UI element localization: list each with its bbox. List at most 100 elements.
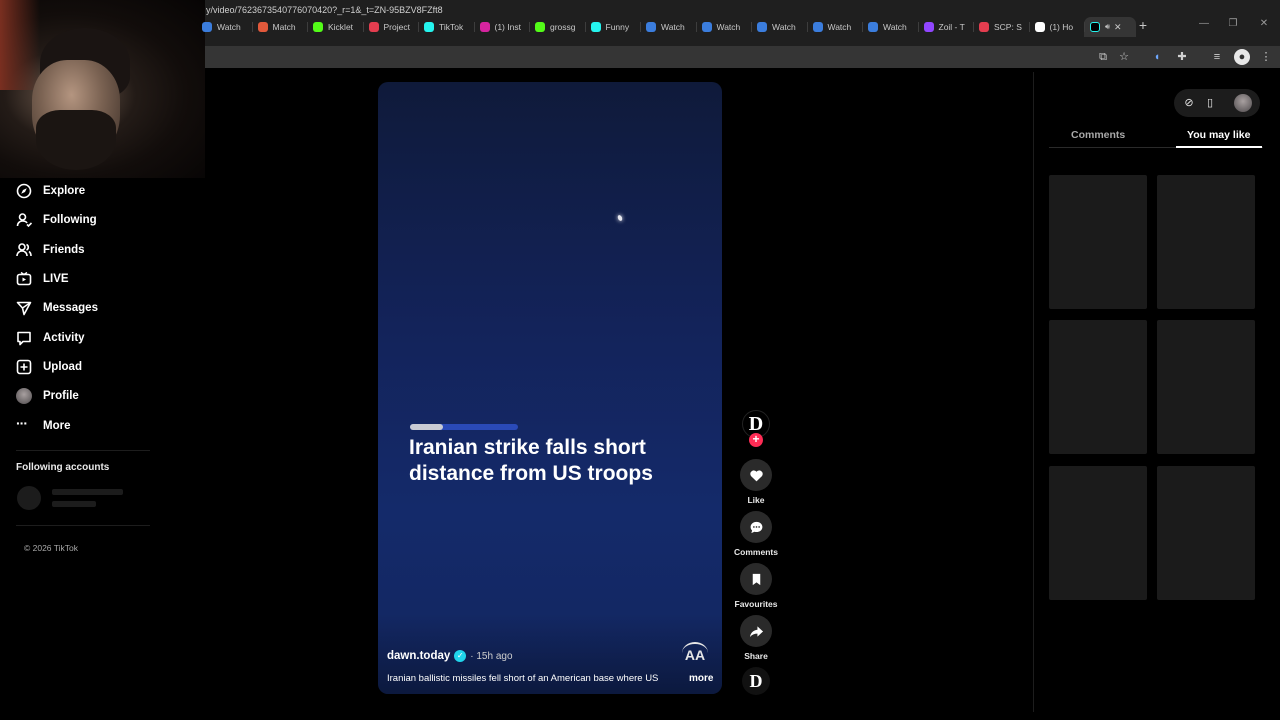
browser-tab[interactable]: Watch	[695, 17, 752, 37]
browser-tab[interactable]: grossg	[529, 17, 585, 37]
video-thumbnail-skeleton[interactable]	[1157, 175, 1255, 309]
dots-icon: ···	[16, 415, 28, 431]
video-thumbnail-skeleton[interactable]	[1049, 466, 1147, 600]
nav-messages[interactable]: Messages	[16, 298, 98, 318]
nav-friends-label: Friends	[43, 244, 85, 256]
favourites-label: Favourites	[734, 599, 778, 609]
nav-following[interactable]: Following	[16, 210, 97, 230]
tiktok-favicon-icon	[1090, 22, 1100, 32]
comments-button[interactable]	[740, 511, 772, 543]
nav-upload[interactable]: Upload	[16, 357, 82, 377]
media-control-icon[interactable]: ≡	[1210, 50, 1224, 64]
following-accounts-title: Following accounts	[16, 462, 110, 473]
tab-favicon-icon	[646, 22, 656, 32]
tab-title: Watch	[716, 22, 741, 32]
tab-title: Watch	[217, 22, 241, 32]
nav-live[interactable]: LIVE	[16, 269, 69, 289]
tab-title: (1) Inst	[494, 22, 521, 32]
aa-logo: AA	[682, 642, 708, 664]
nav-profile[interactable]: Profile	[16, 386, 79, 406]
nav-explore-label: Explore	[43, 185, 86, 197]
video-thumbnail-skeleton[interactable]	[1157, 466, 1255, 600]
tab-favicon-icon	[590, 22, 601, 32]
panel-divider	[1033, 72, 1034, 712]
caption-more-button[interactable]: more	[689, 673, 713, 684]
profile-icon[interactable]: ●	[1234, 49, 1250, 65]
browser-tab[interactable]: Zoil - T	[917, 17, 974, 37]
nav-messages-label: Messages	[43, 302, 98, 314]
browser-tab[interactable]: Funny	[584, 17, 641, 37]
browser-tab-active[interactable]: 🔊︎ ✕	[1084, 17, 1136, 37]
browser-tab[interactable]: Watch	[806, 17, 863, 37]
video-thumbnail-skeleton[interactable]	[1049, 175, 1147, 309]
phone-icon[interactable]: ▯	[1203, 96, 1217, 110]
tab-audio-icon[interactable]: 🔊︎	[1105, 22, 1110, 32]
nav-profile-label: Profile	[43, 390, 79, 402]
new-tab-button[interactable]: +	[1136, 18, 1150, 32]
compass-icon	[16, 183, 32, 199]
sound-disc[interactable]: D	[742, 667, 770, 695]
tab-you-may-like[interactable]: You may like	[1187, 129, 1250, 141]
author-name[interactable]: dawn.today	[387, 650, 450, 662]
maximize-button[interactable]: ❐	[1227, 18, 1239, 29]
extension-icon[interactable]: ◖	[1150, 50, 1164, 64]
tab-title: Watch	[661, 22, 685, 32]
favourites-button[interactable]	[740, 563, 772, 595]
browser-tab[interactable]: Watch	[751, 17, 807, 37]
tab-title: Kicklet	[328, 22, 354, 32]
skeleton-line	[52, 501, 96, 507]
like-button[interactable]	[740, 459, 772, 491]
tab-favicon-icon	[202, 22, 212, 32]
close-window-button[interactable]: ✕	[1258, 18, 1270, 29]
video-thumbnail-skeleton[interactable]	[1157, 320, 1255, 454]
video-caption: Iranian ballistic missiles fell short of…	[387, 673, 659, 684]
copyright: © 2026 TikTok	[24, 543, 78, 553]
nav-friends[interactable]: Friends	[16, 240, 85, 260]
tab-favicon-icon	[535, 22, 545, 32]
skeleton-line	[52, 489, 123, 495]
browser-tab[interactable]: Kicklet	[307, 17, 363, 37]
browser-tab[interactable]: SCP: S	[973, 17, 1029, 37]
heart-icon	[749, 469, 763, 481]
browser-tab[interactable]: Match	[251, 17, 308, 37]
sidebar: Explore Following Friends LIVE Messages …	[0, 178, 205, 720]
browser-tab[interactable]: Project	[362, 17, 419, 37]
puzzle-extensions-icon[interactable]: ✚	[1175, 50, 1189, 64]
minimize-button[interactable]: —	[1198, 18, 1210, 29]
aa-logo-text: AA	[684, 647, 706, 663]
video-headline: Iranian strike falls short distance from…	[409, 436, 653, 485]
video-thumbnail-skeleton[interactable]	[1049, 320, 1147, 454]
browser-tab[interactable]: Watch	[196, 17, 252, 37]
tab-close-icon[interactable]: ✕	[1114, 22, 1122, 33]
nav-activity[interactable]: Activity	[16, 328, 85, 348]
tab-title: Project	[383, 22, 410, 32]
video-author[interactable]: dawn.today ✓ · 15h ago	[387, 650, 513, 662]
url-field[interactable]: y/video/7623673540776070420?_r=1&_t=ZN-9…	[206, 5, 443, 15]
nav-upload-label: Upload	[43, 361, 82, 373]
comment-bubble-icon	[750, 521, 762, 533]
nav-explore[interactable]: Explore	[16, 181, 85, 201]
compass-icon[interactable]: ⊘	[1182, 96, 1196, 110]
avatar[interactable]	[1234, 94, 1252, 112]
active-tab-underline	[1176, 146, 1262, 148]
skeleton-avatar	[17, 486, 41, 510]
kebab-menu-icon[interactable]: ⋮	[1259, 50, 1273, 64]
browser-tab[interactable]: Watch	[862, 17, 918, 37]
bookmark-star-icon[interactable]: ☆	[1117, 50, 1131, 64]
tab-favicon-icon	[368, 22, 379, 32]
tab-title: Match	[272, 22, 296, 32]
browser-tab[interactable]: TikTok	[418, 17, 474, 37]
tab-comments[interactable]: Comments	[1071, 129, 1125, 141]
post-time: · 15h ago	[470, 650, 513, 662]
browser-tab[interactable]: (1) Inst	[473, 17, 530, 37]
browser-tab[interactable]: (1) Ho	[1028, 17, 1085, 37]
install-app-icon[interactable]: ⧉	[1096, 50, 1110, 64]
webcam-light	[0, 0, 40, 90]
upload-plus-icon	[16, 359, 32, 375]
follow-button[interactable]: +	[749, 433, 763, 447]
nav-more-label: More	[43, 420, 71, 432]
share-button[interactable]	[740, 615, 772, 647]
nav-more[interactable]: ··· More	[16, 416, 70, 436]
video-player[interactable]: Iranian strike falls short distance from…	[378, 82, 722, 694]
browser-tab[interactable]: Watch	[640, 17, 696, 37]
